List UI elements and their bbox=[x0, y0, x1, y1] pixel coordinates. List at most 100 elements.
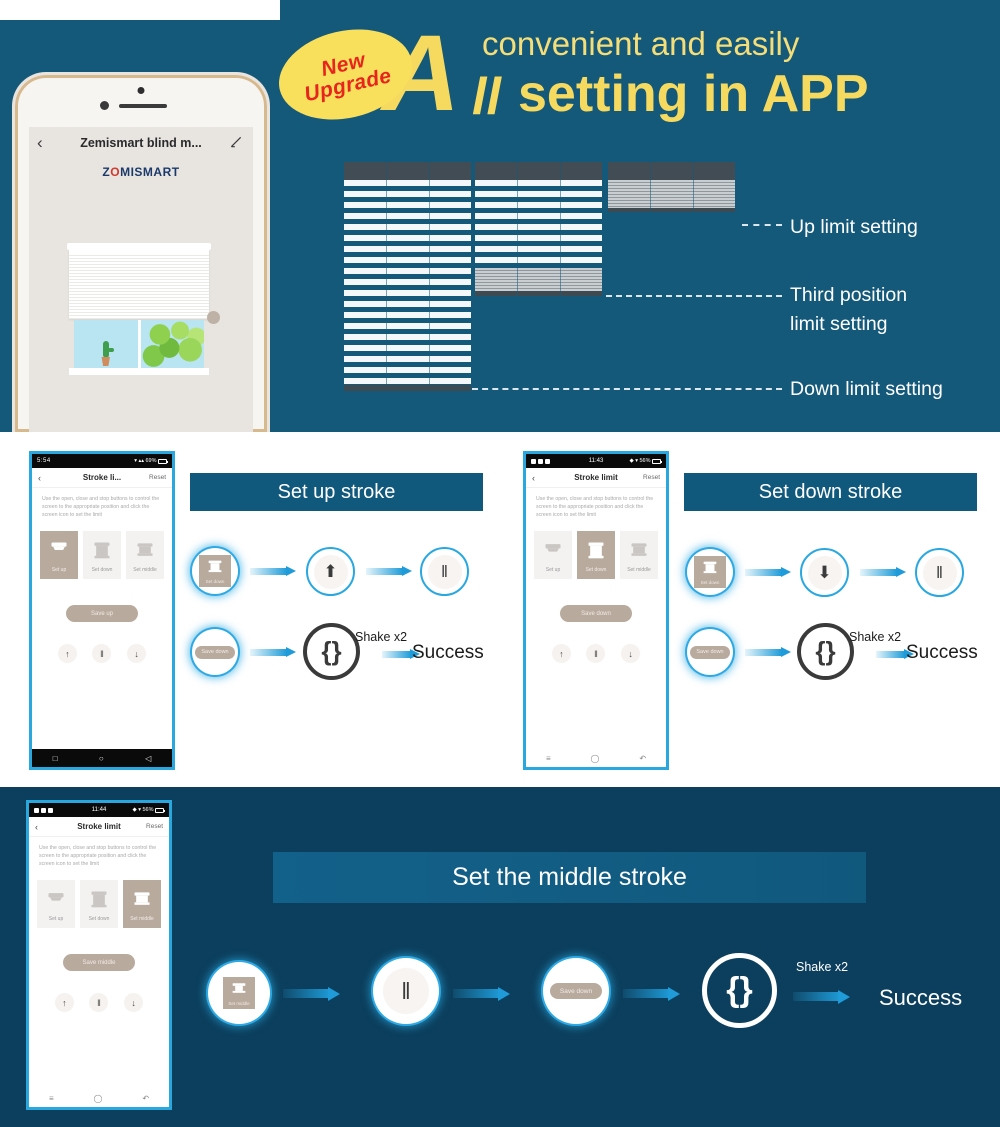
card-set-down[interactable]: Set down bbox=[577, 531, 615, 580]
save-button[interactable]: Save up bbox=[66, 605, 138, 623]
back-button[interactable]: ‹ bbox=[38, 473, 41, 483]
card-set-down[interactable]: Set down bbox=[80, 880, 118, 929]
sensor-icon bbox=[100, 101, 109, 110]
control-buttons: ↑ ‖ ↓ bbox=[32, 622, 172, 664]
status-indicators: ◆ ▾ 56% bbox=[132, 807, 165, 813]
save-button[interactable]: Save down bbox=[560, 605, 632, 623]
control-buttons: ↑ ‖ ↓ bbox=[526, 622, 666, 664]
recents-button[interactable]: □ bbox=[53, 754, 58, 763]
app-nav-bar: ‹ Stroke limit Reset bbox=[526, 468, 666, 488]
flow-node-save-button[interactable]: Save down bbox=[192, 629, 238, 675]
blind-pull-knob[interactable] bbox=[207, 311, 220, 324]
card-set-down[interactable]: Set down bbox=[83, 531, 121, 580]
flow-arrow bbox=[623, 987, 680, 1001]
card-label: Set middle bbox=[130, 916, 154, 923]
card-set-middle[interactable]: Set middle bbox=[620, 531, 658, 580]
card-set-up[interactable]: Set up bbox=[40, 531, 78, 580]
save-pill: Save down bbox=[550, 983, 602, 999]
blind-diagram-up bbox=[608, 162, 735, 212]
flow-arrow bbox=[250, 647, 296, 658]
arrow-down-icon: ⬇ bbox=[807, 555, 842, 590]
card-label: Set up bbox=[545, 567, 561, 574]
back-button[interactable]: ‹ bbox=[35, 822, 38, 832]
close-down-button[interactable]: ↓ bbox=[127, 644, 147, 664]
flow-node-card-set-down[interactable]: Set down bbox=[192, 548, 238, 594]
save-button[interactable]: Save middle bbox=[63, 954, 135, 972]
instructions-text: Use the open, close and stop buttons to … bbox=[536, 496, 654, 519]
open-up-button[interactable]: ↑ bbox=[57, 644, 77, 664]
reset-button[interactable]: Reset bbox=[146, 823, 163, 830]
back-button[interactable]: ‹ bbox=[532, 473, 535, 483]
flow-node-card-set-middle[interactable]: Set middle bbox=[208, 962, 270, 1024]
open-up-button[interactable]: ↑ bbox=[54, 993, 74, 1013]
flow-node-close-down-button[interactable]: ⬇ bbox=[800, 548, 849, 597]
app-nav-bar: ‹ Stroke li... Reset bbox=[32, 468, 172, 488]
close-down-button[interactable]: ↓ bbox=[124, 993, 144, 1013]
flow-node-stop-button[interactable]: ‖ bbox=[373, 958, 439, 1024]
blind-cord bbox=[429, 162, 430, 391]
headline-main: setting in APP bbox=[518, 65, 869, 123]
card-label: Set down bbox=[88, 916, 110, 923]
banner-set-up-stroke: Set up stroke bbox=[190, 473, 483, 511]
status-bar: 11:43 ◆ ▾ 56% bbox=[526, 454, 666, 468]
close-down-button[interactable]: ↓ bbox=[621, 644, 641, 664]
flow-node-card-set-down[interactable]: Set down bbox=[687, 549, 733, 595]
blind-middle-icon bbox=[137, 543, 153, 557]
flow-arrow bbox=[860, 567, 906, 578]
blind-up-icon bbox=[545, 544, 561, 552]
android-nav-bar: ≡ ◯ ↶ bbox=[526, 749, 666, 767]
blind-cord bbox=[386, 162, 387, 391]
blind-headrail bbox=[608, 162, 735, 180]
pencil-icon[interactable] bbox=[229, 135, 243, 149]
phone-notch bbox=[15, 87, 267, 117]
stop-button[interactable]: ‖ bbox=[586, 644, 606, 664]
status-time: 5:54 bbox=[37, 458, 51, 464]
back-nav-button[interactable]: ◁ bbox=[145, 754, 151, 763]
card-set-middle[interactable]: Set middle bbox=[126, 531, 164, 580]
flow-node-stop-button[interactable]: ‖ bbox=[915, 548, 964, 597]
shake-icon: {} bbox=[303, 623, 360, 680]
reset-button[interactable]: Reset bbox=[643, 474, 660, 481]
menu-button[interactable]: ≡ bbox=[546, 754, 551, 763]
flow-arrow bbox=[283, 987, 340, 1001]
card-label: Set down bbox=[585, 567, 607, 574]
home-button[interactable]: ◯ bbox=[591, 754, 600, 763]
blind-slats-open bbox=[344, 180, 471, 391]
banner-set-middle-stroke: Set the middle stroke bbox=[273, 852, 866, 903]
card-set-up[interactable]: Set up bbox=[534, 531, 572, 580]
card-set-middle[interactable]: Set middle bbox=[123, 880, 161, 929]
blind-headrail bbox=[475, 162, 602, 180]
blind-middle-icon bbox=[134, 892, 150, 906]
stop-button[interactable]: ‖ bbox=[89, 993, 109, 1013]
blind-cord bbox=[650, 162, 651, 212]
foliage-icon bbox=[140, 320, 204, 368]
label-up-limit: Up limit setting bbox=[790, 216, 918, 238]
back-nav-button[interactable]: ↶ bbox=[639, 754, 646, 763]
window-pane-left bbox=[74, 320, 138, 368]
flow-node-save-button[interactable]: Save down bbox=[543, 958, 609, 1024]
stroke-mode-cards: Set up Set down Set middle bbox=[32, 519, 172, 580]
mini-card-label: Set middle bbox=[228, 1001, 250, 1006]
page-title: Stroke limit bbox=[77, 822, 121, 831]
mini-card: Set down bbox=[199, 555, 231, 587]
home-button[interactable]: ◯ bbox=[94, 1094, 103, 1103]
arrow-up-icon: ⬆ bbox=[313, 554, 348, 589]
reset-button[interactable]: Reset bbox=[149, 474, 166, 481]
stop-button[interactable]: ‖ bbox=[92, 644, 112, 664]
blind-headrail bbox=[344, 162, 471, 180]
home-button[interactable]: ○ bbox=[99, 754, 104, 763]
mini-card-label: Set down bbox=[700, 580, 720, 585]
battery-percent: 56% bbox=[639, 458, 651, 464]
open-up-button[interactable]: ↑ bbox=[551, 644, 571, 664]
back-nav-button[interactable]: ↶ bbox=[142, 1094, 149, 1103]
card-label: Set middle bbox=[627, 567, 651, 574]
flow-node-stop-button[interactable]: ‖ bbox=[420, 547, 469, 596]
notification-icon bbox=[41, 807, 46, 813]
flow-node-save-button[interactable]: Save down bbox=[687, 629, 733, 675]
blind-slat-stack bbox=[608, 180, 735, 212]
card-label: Set middle bbox=[133, 567, 157, 574]
phone-set-up-stroke: 5:54 ▾ ▴▴ 69% ‹ Stroke li... Reset Use t… bbox=[29, 451, 175, 770]
card-set-up[interactable]: Set up bbox=[37, 880, 75, 929]
menu-button[interactable]: ≡ bbox=[49, 1094, 54, 1103]
flow-node-open-up-button[interactable]: ⬆ bbox=[306, 547, 355, 596]
